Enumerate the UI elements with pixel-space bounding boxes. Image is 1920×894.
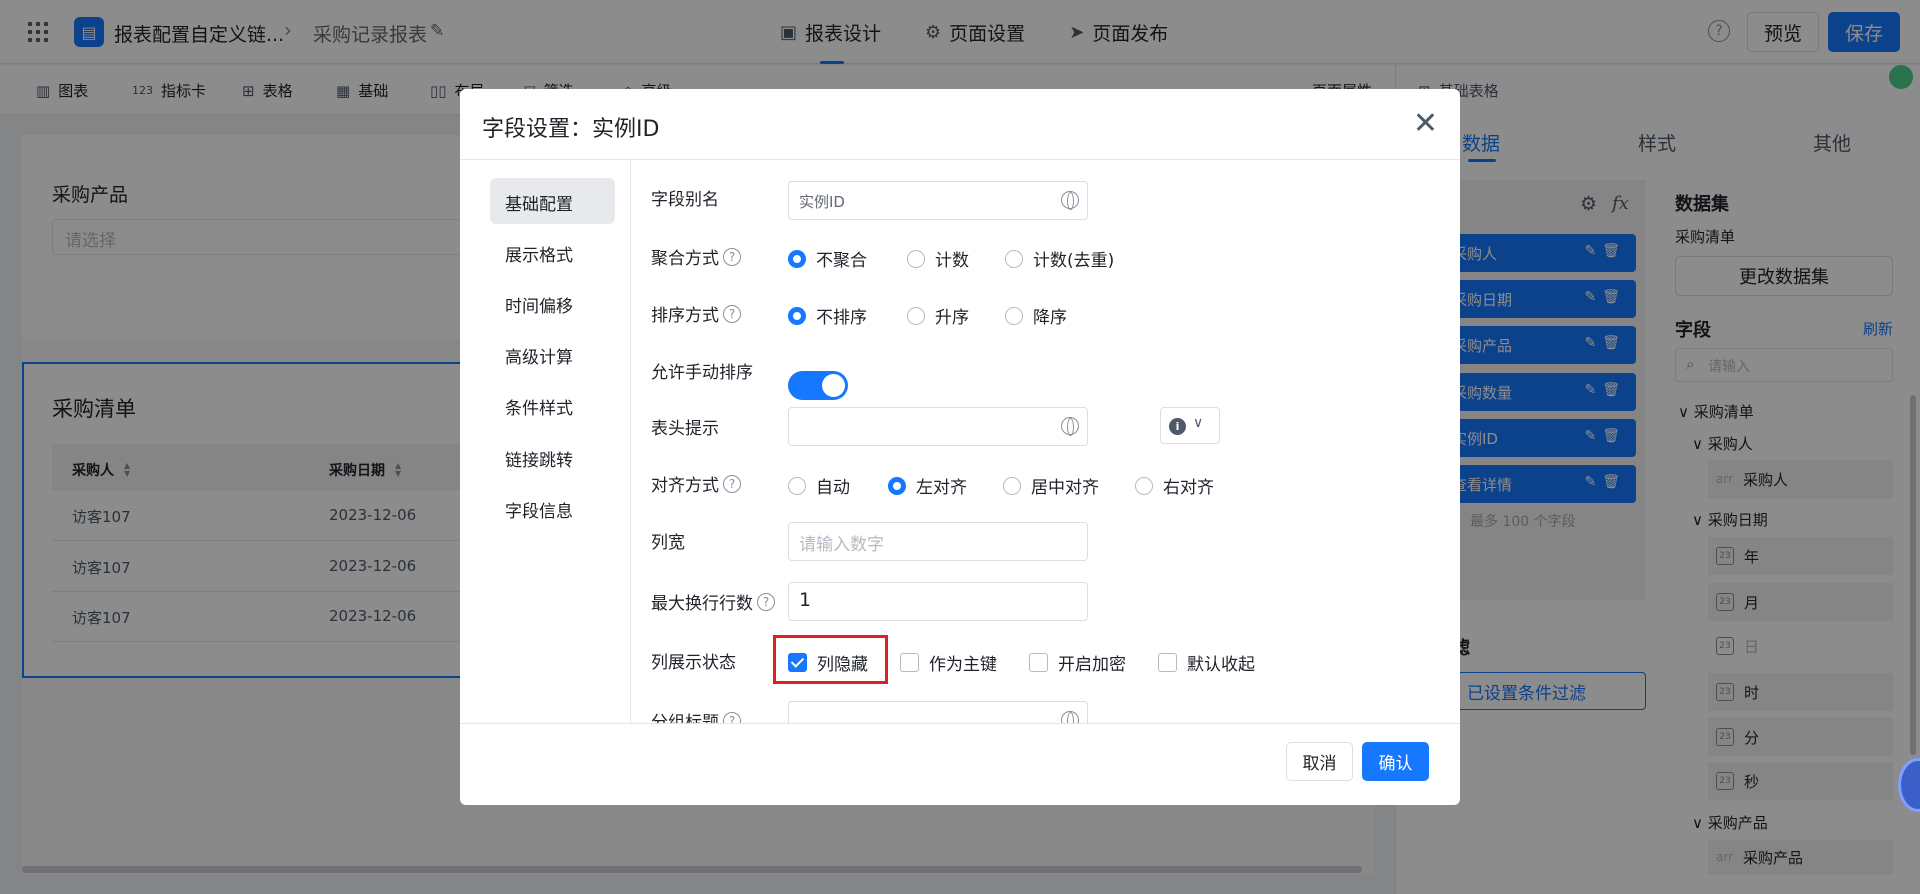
help-icon[interactable]: ?: [757, 592, 775, 611]
annotation-highlight-box: [773, 635, 888, 684]
checkbox: [1158, 653, 1177, 672]
display-state-label: 列展示状态: [651, 653, 736, 673]
radio-circle: [1005, 249, 1023, 268]
radio-label: 不排序: [816, 308, 867, 328]
radio-circle: [788, 476, 806, 495]
help-icon[interactable]: ?: [723, 474, 741, 493]
checkbox-label: 默认收起: [1187, 655, 1255, 675]
help-icon[interactable]: ?: [723, 247, 741, 266]
globe-icon[interactable]: [1061, 711, 1079, 723]
width-label: 列宽: [651, 533, 685, 553]
width-input[interactable]: 请输入数字: [788, 522, 1088, 561]
radio-label: 自动: [816, 478, 850, 498]
nav-basic-config[interactable]: 基础配置: [490, 178, 615, 224]
header-tip-label: 表头提示: [651, 419, 719, 439]
divider: [460, 723, 1460, 724]
alias-input[interactable]: 实例ID: [788, 181, 1088, 220]
input-value: 实例ID: [799, 193, 845, 211]
radio-circle: [907, 249, 925, 268]
label-text: 聚合方式: [651, 249, 719, 269]
cancel-button[interactable]: 取消: [1286, 742, 1353, 781]
agg-radio-group: 不聚合 计数 计数(去重): [788, 246, 1114, 271]
checkbox-label: 作为主键: [929, 655, 997, 675]
field-settings-dialog: 字段设置：实例ID ✕ 基础配置 展示格式 时间偏移 高级计算 条件样式 链接跳…: [460, 89, 1460, 805]
align-radio-group: 自动 左对齐 居中对齐 右对齐: [788, 473, 1214, 498]
nav-display-format[interactable]: 展示格式: [490, 229, 615, 275]
maxlines-input[interactable]: 1: [788, 582, 1088, 621]
radio-count[interactable]: 计数: [907, 246, 969, 271]
sort-radio-group: 不排序 升序 降序: [788, 303, 1067, 328]
label-text: 对齐方式: [651, 476, 719, 496]
checkbox: [1029, 653, 1048, 672]
help-icon[interactable]: ?: [723, 711, 741, 723]
dialog-title: 字段设置：实例ID: [482, 117, 660, 142]
radio-circle: [907, 306, 925, 325]
radio-left[interactable]: 左对齐: [888, 473, 967, 498]
radio-circle: [888, 476, 906, 495]
radio-circle: [1003, 476, 1021, 495]
close-icon[interactable]: ✕: [1413, 109, 1438, 139]
nav-field-info[interactable]: 字段信息: [490, 485, 615, 531]
settings-nav: 基础配置 展示格式 时间偏移 高级计算 条件样式 链接跳转 字段信息: [460, 160, 631, 723]
agg-label: 聚合方式?: [651, 244, 741, 269]
settings-form: 字段别名 实例ID 聚合方式? 不聚合 计数 计数(去重) 排序方式? 不排序 …: [631, 160, 1460, 723]
align-label: 对齐方式?: [651, 471, 741, 496]
nav-advanced-calc[interactable]: 高级计算: [490, 331, 615, 377]
radio-circle: [788, 306, 806, 325]
radio-label: 计数: [935, 251, 969, 271]
radio-label: 右对齐: [1163, 478, 1214, 498]
checkbox: [900, 653, 919, 672]
help-icon[interactable]: ?: [723, 304, 741, 323]
tip-style-select[interactable]: i ∨: [1160, 407, 1220, 444]
header-tip-input[interactable]: [788, 407, 1088, 446]
radio-circle: [788, 249, 806, 268]
radio-desc[interactable]: 降序: [1005, 303, 1067, 328]
alias-label: 字段别名: [651, 185, 719, 210]
group-title-input[interactable]: [788, 701, 1088, 723]
info-icon: i: [1169, 418, 1186, 435]
sort-label: 排序方式?: [651, 301, 741, 326]
label-text: 排序方式: [651, 306, 719, 326]
radio-circle: [1005, 306, 1023, 325]
radio-circle: [1135, 476, 1153, 495]
globe-icon[interactable]: [1061, 417, 1079, 436]
checkbox-primary-key[interactable]: 作为主键: [900, 650, 997, 675]
radio-label: 降序: [1033, 308, 1067, 328]
globe-icon[interactable]: [1061, 191, 1079, 210]
confirm-button[interactable]: 确认: [1362, 742, 1429, 781]
radio-label: 升序: [935, 308, 969, 328]
radio-auto[interactable]: 自动: [788, 473, 850, 498]
label-text: 字段别名: [651, 190, 719, 210]
chevron-down-icon: ∨: [1193, 415, 1204, 431]
manual-sort-label: 允许手动排序: [651, 363, 753, 383]
checkbox-encrypt[interactable]: 开启加密: [1029, 650, 1126, 675]
nav-time-offset[interactable]: 时间偏移: [490, 280, 615, 326]
manual-sort-toggle[interactable]: [788, 371, 848, 400]
radio-no-sort[interactable]: 不排序: [788, 303, 867, 328]
radio-label: 不聚合: [816, 251, 867, 271]
radio-count-distinct[interactable]: 计数(去重): [1005, 246, 1114, 271]
radio-label: 计数(去重): [1033, 251, 1115, 271]
radio-no-agg[interactable]: 不聚合: [788, 246, 867, 271]
nav-conditional-style[interactable]: 条件样式: [490, 382, 615, 428]
label-text: 分组标题: [651, 713, 719, 723]
nav-link-jump[interactable]: 链接跳转: [490, 434, 615, 480]
radio-center[interactable]: 居中对齐: [1003, 473, 1099, 498]
checkbox-collapse[interactable]: 默认收起: [1158, 650, 1255, 675]
label-text: 最大换行行数: [651, 594, 753, 614]
radio-label: 左对齐: [916, 478, 967, 498]
group-title-label: 分组标题?: [651, 708, 741, 723]
radio-right[interactable]: 右对齐: [1135, 473, 1214, 498]
checkbox-label: 开启加密: [1058, 655, 1126, 675]
radio-asc[interactable]: 升序: [907, 303, 969, 328]
radio-label: 居中对齐: [1031, 478, 1099, 498]
maxlines-label: 最大换行行数?: [651, 589, 775, 614]
